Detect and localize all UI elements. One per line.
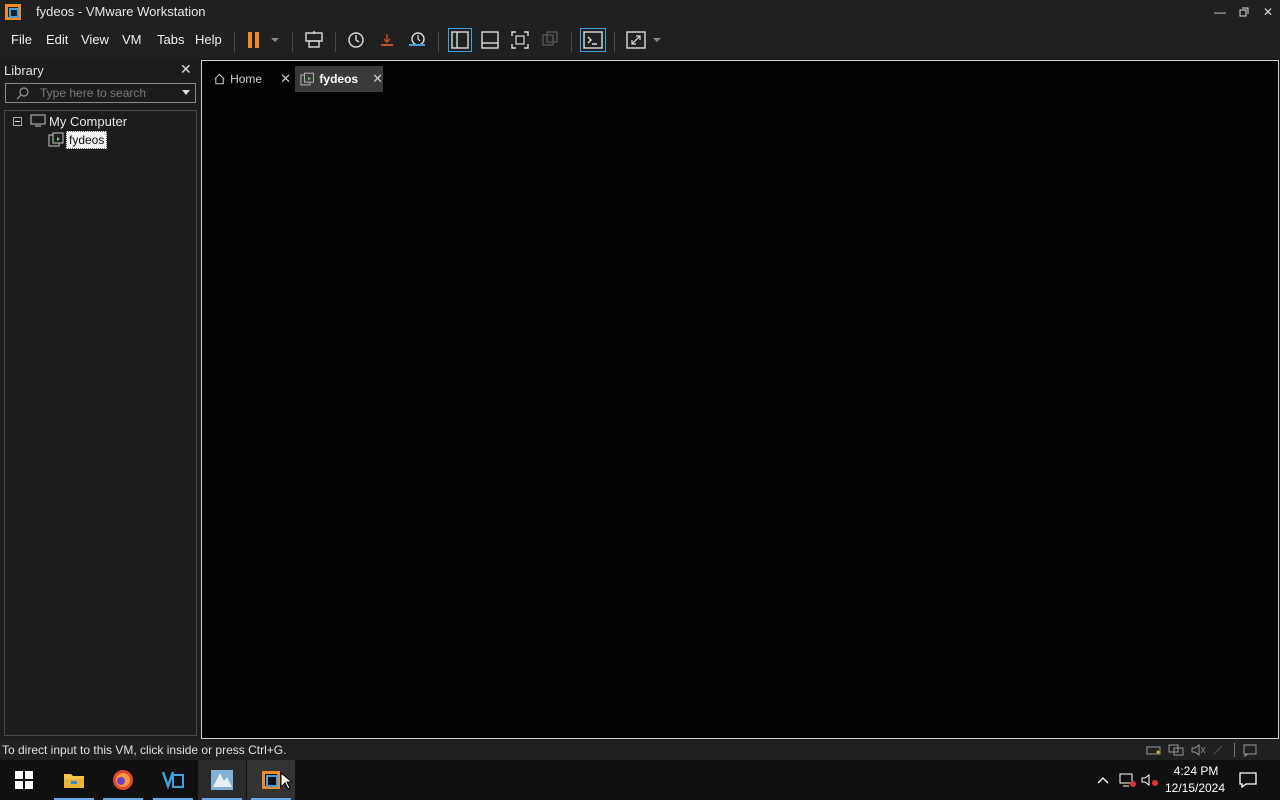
folder-icon: [64, 774, 84, 788]
menu-edit[interactable]: Edit: [46, 32, 68, 47]
menu-tabs[interactable]: Tabs: [157, 32, 184, 47]
chevron-up-icon[interactable]: [1096, 774, 1110, 786]
network-adapter-icon[interactable]: [1167, 743, 1185, 757]
vm-icon: [300, 72, 315, 85]
console-view-button[interactable]: [580, 28, 606, 52]
vmware-player-icon: [161, 771, 184, 790]
taskbar-vmware-player[interactable]: [149, 760, 197, 800]
library-tree: My Computer fydeos: [4, 110, 197, 736]
show-library-button[interactable]: [448, 28, 472, 52]
windows-icon: [15, 771, 33, 789]
taskbar-app-2000[interactable]: [198, 760, 246, 800]
vmware-workstation-icon: [262, 771, 280, 789]
tree-collapse-toggle[interactable]: [13, 117, 22, 126]
vmware-app-icon[interactable]: [4, 3, 22, 21]
tab-fydeos[interactable]: fydeos ✕: [295, 66, 383, 92]
chevron-down-icon[interactable]: [652, 37, 662, 43]
minimize-button[interactable]: —: [1208, 0, 1232, 24]
library-title: Library: [4, 63, 44, 78]
maximize-button[interactable]: [1232, 0, 1256, 24]
mouse-cursor-icon: [280, 772, 292, 790]
unity-icon[interactable]: [539, 29, 561, 51]
clock-time[interactable]: 4:24 PM: [1166, 764, 1226, 778]
notification-icon[interactable]: [1238, 770, 1258, 790]
start-button[interactable]: [0, 760, 48, 800]
snapshot-icon[interactable]: [345, 30, 367, 50]
status-separator: [1234, 743, 1235, 757]
ms-dos-2000-icon: [211, 770, 233, 790]
menu-help[interactable]: Help: [195, 32, 222, 47]
pause-icon[interactable]: [244, 31, 266, 49]
usb-icon[interactable]: [1211, 743, 1225, 757]
toolbar-separator: [335, 32, 336, 52]
search-icon: [16, 87, 29, 100]
menu-file[interactable]: File: [11, 32, 32, 47]
library-panel-icon: [451, 31, 469, 49]
hard-disk-icon[interactable]: [1145, 743, 1163, 757]
firefox-icon: [113, 770, 133, 790]
library-search-input[interactable]: [40, 84, 170, 102]
snapshot-manager-icon[interactable]: [406, 30, 428, 50]
taskbar-file-explorer[interactable]: [50, 760, 98, 800]
computer-icon: [30, 114, 46, 127]
taskbar-firefox[interactable]: [99, 760, 147, 800]
tab-home-label: Home: [230, 72, 263, 86]
window-title: fydeos - VMware Workstation: [36, 4, 206, 19]
chevron-down-icon[interactable]: [181, 90, 191, 96]
network-icon[interactable]: [1117, 772, 1137, 788]
status-text: To direct input to this VM, click inside…: [2, 743, 287, 757]
send-ctrl-alt-del-icon[interactable]: [303, 30, 325, 50]
close-library-button[interactable]: ✕: [180, 61, 192, 78]
thumbnail-bar-icon[interactable]: [479, 29, 501, 51]
close-tab-home-icon[interactable]: ✕: [280, 71, 291, 87]
clock-date[interactable]: 12/15/2024: [1162, 781, 1228, 795]
tab-home[interactable]: Home ✕: [207, 66, 291, 92]
revert-snapshot-icon[interactable]: [376, 30, 398, 50]
vm-display[interactable]: [201, 60, 1279, 739]
toolbar-separator: [571, 32, 572, 52]
toolbar-separator: [234, 32, 235, 52]
menu-vm[interactable]: VM: [122, 32, 142, 47]
toolbar-separator: [292, 32, 293, 52]
vm-icon: [48, 132, 64, 147]
volume-icon[interactable]: [1140, 772, 1160, 788]
toolbar-separator: [614, 32, 615, 52]
tree-item-fydeos[interactable]: fydeos: [66, 131, 108, 149]
full-screen-icon[interactable]: [509, 29, 531, 51]
close-tab-fydeos-icon[interactable]: ✕: [372, 71, 383, 87]
toolbar-separator: [438, 32, 439, 52]
tab-fydeos-label: fydeos: [319, 72, 359, 86]
menu-view[interactable]: View: [81, 32, 109, 47]
message-log-icon[interactable]: [1242, 743, 1258, 757]
sound-card-icon[interactable]: [1189, 743, 1207, 757]
library-search-box[interactable]: [5, 83, 196, 103]
stretch-guest-icon[interactable]: [624, 29, 648, 51]
chevron-down-icon[interactable]: [270, 37, 280, 43]
restore-icon: [1239, 7, 1249, 17]
tree-item-my-computer[interactable]: My Computer: [49, 114, 127, 129]
console-icon: [583, 31, 603, 49]
close-window-button[interactable]: ✕: [1256, 0, 1280, 24]
home-icon: [214, 73, 225, 85]
